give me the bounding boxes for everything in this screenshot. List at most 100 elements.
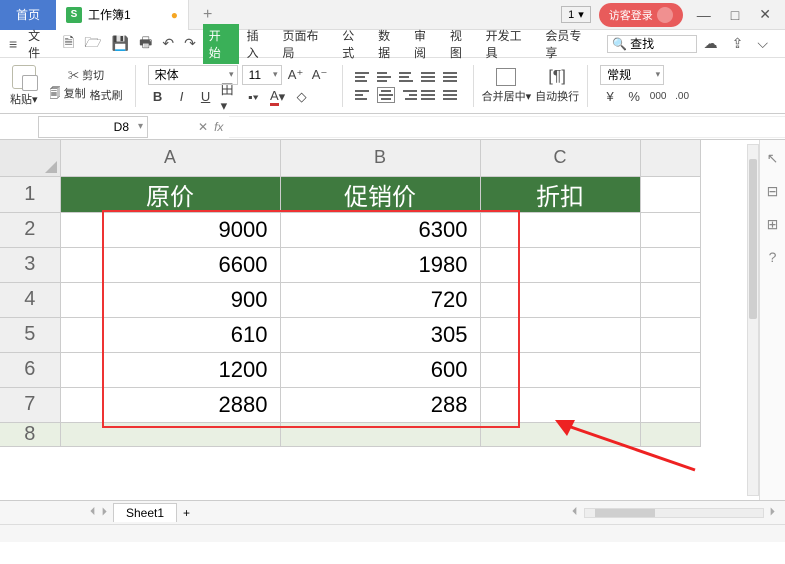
select-all-corner[interactable] — [0, 140, 60, 176]
share-icon[interactable]: ⇪ — [729, 35, 747, 52]
sheet-tab-1[interactable]: Sheet1 — [113, 503, 177, 522]
row-header[interactable]: 3 — [0, 247, 60, 282]
cell-b5[interactable]: 305 — [280, 317, 480, 352]
formula-input[interactable] — [229, 116, 785, 138]
menu-start[interactable]: 开始 — [203, 24, 239, 64]
italic-button[interactable]: I — [172, 87, 192, 107]
align-top-icon[interactable] — [355, 69, 373, 85]
tab-add[interactable]: + — [189, 6, 226, 24]
inc-font-icon[interactable]: A⁺ — [286, 65, 306, 85]
font-name-select[interactable]: 宋体 — [148, 65, 238, 85]
thousand-sep-button[interactable]: 000 — [648, 87, 668, 107]
maximize-button[interactable]: □ — [725, 7, 745, 23]
cloud-icon[interactable]: ☁ — [701, 35, 721, 52]
merge-center-button[interactable]: 合并居中▾ — [482, 68, 532, 104]
underline-button[interactable]: U — [196, 87, 216, 107]
align-middle-icon[interactable] — [377, 69, 395, 85]
property-tool-icon[interactable]: ⊞ — [767, 216, 779, 233]
cell-a7[interactable]: 2880 — [60, 387, 280, 422]
spreadsheet[interactable]: A B C 1 原价 促销价 折扣 290006300 366001980 49… — [0, 140, 701, 447]
redo-icon[interactable]: ↷ — [181, 35, 199, 52]
help-tool-icon[interactable]: ? — [769, 249, 777, 265]
currency-button[interactable]: ¥ — [600, 87, 620, 107]
row-header[interactable]: 7 — [0, 387, 60, 422]
menu-review[interactable]: 审阅 — [410, 27, 442, 61]
select-tool-icon[interactable]: ↖ — [767, 150, 779, 167]
align-left-icon[interactable] — [355, 87, 373, 103]
menu-icon[interactable]: ≡ — [6, 36, 20, 52]
col-header-b[interactable]: B — [280, 140, 480, 176]
fill-color-button[interactable]: 🞍▾ — [244, 87, 264, 107]
menu-formula[interactable]: 公式 — [338, 27, 370, 61]
border-button[interactable]: 田▾ — [220, 87, 240, 107]
cell-c1[interactable]: 折扣 — [480, 176, 640, 212]
cell-b8[interactable] — [280, 422, 480, 446]
open-icon[interactable]: 🗁 — [81, 32, 104, 56]
cut-button[interactable]: ✂ 剪切 — [68, 67, 104, 83]
tab-home[interactable]: 首页 — [0, 0, 56, 30]
row-header[interactable]: 1 — [0, 176, 60, 212]
search-box[interactable]: 🔍 查找 — [607, 35, 697, 53]
print-icon[interactable]: 🖶 — [136, 32, 155, 56]
menu-devtools[interactable]: 开发工具 — [482, 27, 538, 61]
cell[interactable] — [640, 176, 700, 212]
row-header[interactable]: 5 — [0, 317, 60, 352]
row-header[interactable]: 2 — [0, 212, 60, 247]
cell-c8[interactable] — [480, 422, 640, 446]
font-size-select[interactable]: 11 — [242, 65, 282, 85]
cell-a1[interactable]: 原价 — [60, 176, 280, 212]
name-box[interactable]: D8 — [38, 116, 148, 138]
percent-button[interactable]: % — [624, 87, 644, 107]
cell-a6[interactable]: 1200 — [60, 352, 280, 387]
col-header-c[interactable]: C — [480, 140, 640, 176]
menu-view[interactable]: 视图 — [446, 27, 478, 61]
hscroll-thumb[interactable] — [595, 509, 655, 517]
font-color-button[interactable]: A▾ — [268, 87, 288, 107]
file-menu[interactable]: 文件 — [24, 27, 56, 61]
menu-data[interactable]: 数据 — [374, 27, 406, 61]
cell-c2[interactable] — [480, 212, 640, 247]
sheet-nav-next[interactable]: ⏵ — [102, 506, 108, 519]
bold-button[interactable]: B — [148, 87, 168, 107]
cell-b1[interactable]: 促销价 — [280, 176, 480, 212]
clear-format-button[interactable]: ◇ — [292, 87, 312, 107]
save-icon[interactable]: 💾 — [109, 35, 132, 52]
cell-a5[interactable]: 610 — [60, 317, 280, 352]
sheet-nav-prev[interactable]: ⏴ — [90, 506, 96, 519]
cell-b6[interactable]: 600 — [280, 352, 480, 387]
format-painter-button[interactable]: 格式刷 — [90, 87, 123, 103]
cancel-fx-icon[interactable]: ✕ — [198, 120, 208, 134]
align-right-icon[interactable] — [399, 87, 417, 103]
horizontal-scrollbar[interactable] — [584, 508, 764, 518]
cell-c4[interactable] — [480, 282, 640, 317]
hscroll-next[interactable]: ⏵ — [770, 506, 776, 519]
vertical-scrollbar[interactable] — [747, 144, 759, 496]
tab-document[interactable]: S 工作簿1 ● — [56, 0, 189, 30]
cell-c7[interactable] — [480, 387, 640, 422]
cell-c3[interactable] — [480, 247, 640, 282]
minimize-button[interactable]: — — [691, 7, 717, 23]
indent-dec-icon[interactable] — [421, 69, 439, 85]
cell-b3[interactable]: 1980 — [280, 247, 480, 282]
distribute-icon[interactable] — [443, 87, 461, 103]
new-icon[interactable]: 🗎 — [60, 32, 77, 56]
hscroll-prev[interactable]: ⏴ — [572, 506, 578, 519]
cell-b2[interactable]: 6300 — [280, 212, 480, 247]
cell-a2[interactable]: 9000 — [60, 212, 280, 247]
wrap-text-button[interactable]: [¶] 自动换行 — [535, 68, 579, 104]
cell-c5[interactable] — [480, 317, 640, 352]
col-header-a[interactable]: A — [60, 140, 280, 176]
menu-vip[interactable]: 会员专享 — [541, 27, 597, 61]
decimal-button[interactable]: .00 — [672, 87, 692, 107]
cell-b4[interactable]: 720 — [280, 282, 480, 317]
copy-button[interactable]: 🗐 复制 — [50, 85, 86, 104]
add-sheet-button[interactable]: + — [183, 506, 190, 520]
scroll-thumb[interactable] — [749, 159, 757, 319]
indent-inc-icon[interactable] — [443, 69, 461, 85]
cell-c6[interactable] — [480, 352, 640, 387]
number-format-select[interactable]: 常规 — [600, 65, 664, 85]
menu-insert[interactable]: 插入 — [243, 27, 275, 61]
justify-icon[interactable] — [421, 87, 439, 103]
dec-font-icon[interactable]: A⁻ — [310, 65, 330, 85]
row-header[interactable]: 8 — [0, 422, 60, 446]
